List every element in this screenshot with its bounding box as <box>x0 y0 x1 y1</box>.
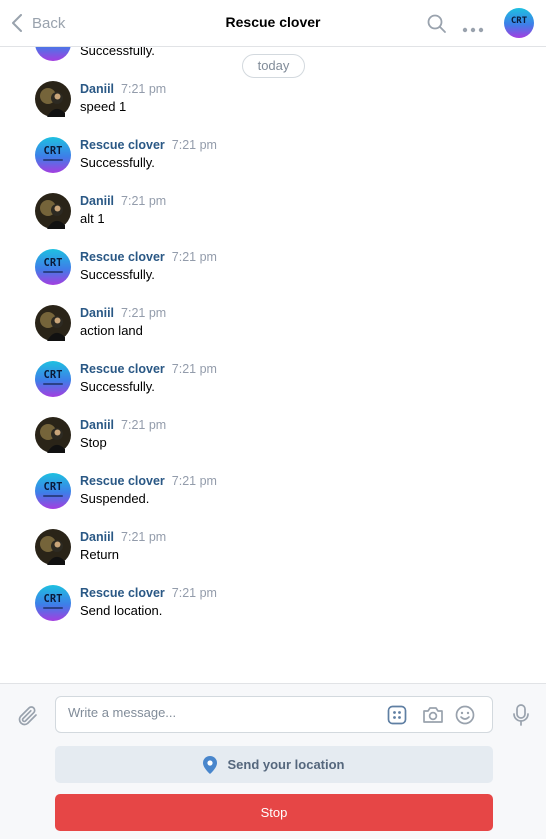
message-author[interactable]: Daniil 7:21 pm <box>80 418 166 432</box>
chat-avatar[interactable]: CRT <box>504 8 534 43</box>
message-time: 7:21 pm <box>171 362 217 376</box>
message-item: CRT Rescue clover 7:21 pm Successfully. <box>35 361 515 401</box>
message-text: speed 1 <box>80 99 127 114</box>
svg-text:CRT: CRT <box>511 16 528 26</box>
composer: Send your location Stop <box>0 683 546 839</box>
avatar-label: CRT <box>44 593 63 605</box>
daniil-avatar <box>35 81 71 117</box>
message-text: Successfully. <box>80 47 155 58</box>
message-time: 7:21 pm <box>121 530 167 544</box>
daniil-avatar <box>35 529 71 565</box>
message-text: Send location. <box>80 603 163 618</box>
send-location-button[interactable]: Send your location <box>55 746 493 783</box>
message-input[interactable] <box>68 705 368 720</box>
message-history[interactable]: Successfully. today Daniil 7:21 pm speed 1… <box>0 47 546 683</box>
message-time: 7:21 pm <box>121 418 167 432</box>
message-item: Daniil 7:21 pm speed 1 <box>35 81 515 121</box>
rescue-clover-avatar: CRT <box>35 361 71 397</box>
message-author[interactable]: Rescue clover 7:21 pm <box>80 362 217 376</box>
message-text: Successfully. <box>80 379 155 394</box>
daniil-avatar <box>35 305 71 341</box>
paperclip-icon[interactable] <box>16 704 40 733</box>
search-icon[interactable] <box>427 14 447 39</box>
message-item: Daniil 7:21 pm alt 1 <box>35 193 515 233</box>
location-pin-icon <box>203 755 218 774</box>
rescue-clover-avatar: CRT <box>35 585 71 621</box>
message-time: 7:21 pm <box>121 306 167 320</box>
message-author[interactable]: Rescue clover 7:21 pm <box>80 586 217 600</box>
rescue-clover-avatar <box>35 47 71 61</box>
message-item: CRT Rescue clover 7:21 pm Successfully. <box>35 249 515 289</box>
message-item: CRT Rescue clover 7:21 pm Suspended. <box>35 473 515 513</box>
keyboard-icon[interactable] <box>387 705 407 730</box>
message-time: 7:21 pm <box>171 250 217 264</box>
message-item: Daniil 7:21 pm action land <box>35 305 515 345</box>
message-text: Stop <box>80 435 107 450</box>
message-text: Successfully. <box>80 155 155 170</box>
daniil-avatar <box>35 417 71 453</box>
message-author[interactable]: Rescue clover 7:21 pm <box>80 138 217 152</box>
date-divider: today <box>242 54 305 78</box>
stop-button[interactable]: Stop <box>55 794 493 831</box>
camera-icon[interactable] <box>422 705 444 730</box>
message-time: 7:21 pm <box>171 586 217 600</box>
message-text: alt 1 <box>80 211 105 226</box>
rescue-clover-avatar: CRT <box>35 473 71 509</box>
rescue-clover-avatar: CRT <box>35 137 71 173</box>
send-location-label: Send your location <box>227 757 345 772</box>
avatar-label: CRT <box>44 481 63 493</box>
message-author[interactable]: Daniil 7:21 pm <box>80 306 166 320</box>
message-item: CRT Rescue clover 7:21 pm Successfully. <box>35 137 515 177</box>
message-author[interactable]: Daniil 7:21 pm <box>80 194 166 208</box>
message-text: Successfully. <box>80 267 155 282</box>
avatar-label: CRT <box>44 369 63 381</box>
daniil-avatar <box>35 193 71 229</box>
message-item: Daniil 7:21 pm Return <box>35 529 515 569</box>
chat-header: Back Rescue clover CRT <box>0 0 546 47</box>
avatar-label: CRT <box>44 145 63 157</box>
rescue-clover-avatar: CRT <box>35 249 71 285</box>
message-author[interactable]: Daniil 7:21 pm <box>80 530 166 544</box>
message-author[interactable]: Rescue clover 7:21 pm <box>80 474 217 488</box>
message-text: action land <box>80 323 143 338</box>
more-icon[interactable] <box>462 20 484 38</box>
message-time: 7:21 pm <box>171 474 217 488</box>
message-time: 7:21 pm <box>121 194 167 208</box>
emoji-icon[interactable] <box>455 705 475 730</box>
message-item: Daniil 7:21 pm Stop <box>35 417 515 457</box>
message-author[interactable]: Daniil 7:21 pm <box>80 82 166 96</box>
message-time: 7:21 pm <box>171 138 217 152</box>
microphone-icon[interactable] <box>511 703 531 732</box>
message-item: CRT Rescue clover 7:21 pm Send location. <box>35 585 515 625</box>
message-text: Return <box>80 547 120 562</box>
message-input-box[interactable] <box>55 696 493 733</box>
avatar-label: CRT <box>44 257 63 269</box>
stop-label: Stop <box>260 805 288 820</box>
message-text: Suspended. <box>80 491 150 506</box>
message-time: 7:21 pm <box>121 82 167 96</box>
message-author[interactable]: Rescue clover 7:21 pm <box>80 250 217 264</box>
